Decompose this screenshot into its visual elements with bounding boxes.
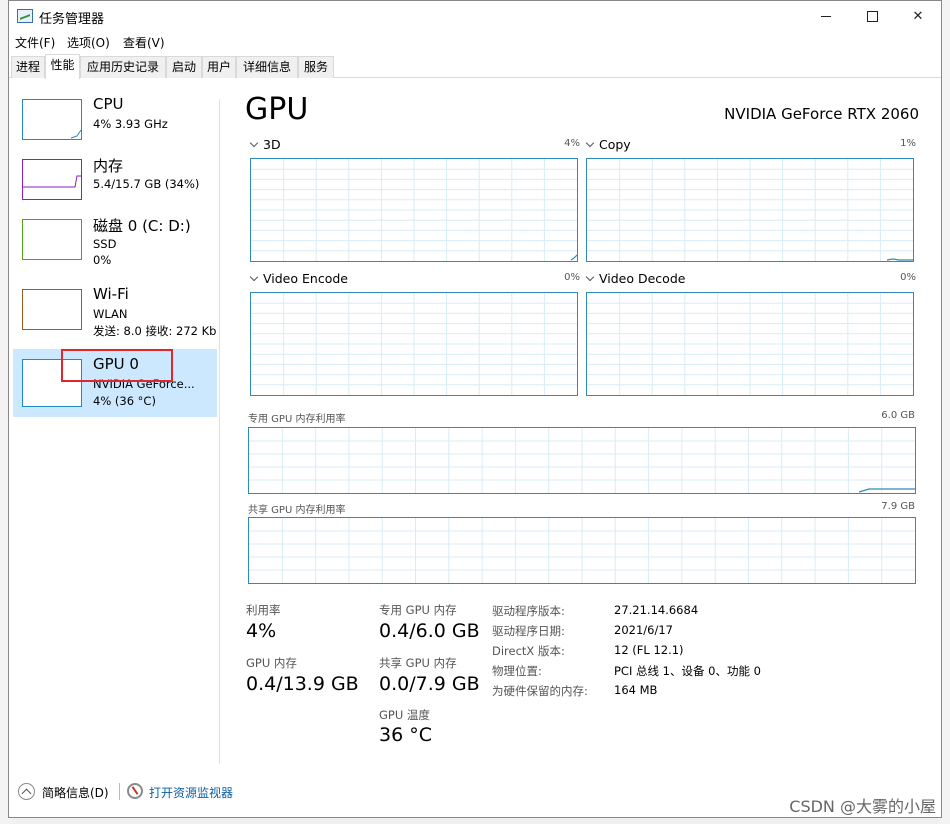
driver-version-value: 27.21.14.6684 [614, 603, 699, 617]
driver-date-key: 驱动程序日期: [492, 624, 565, 638]
gpu-temperature-label: GPU 温度 [379, 708, 430, 722]
sidebar-item-detail: 4% 3.93 GHz [93, 117, 168, 131]
wifi-thumbnail-graph [22, 289, 82, 330]
graph-3d [250, 158, 578, 262]
physical-location-key: 物理位置: [492, 664, 542, 678]
engine-name: 3D [263, 137, 281, 152]
utilization-label: 利用率 [246, 603, 281, 617]
engine-name: Video Encode [263, 271, 348, 286]
sidebar-item-title: Wi-Fi [93, 285, 129, 303]
physical-location-value: PCI 总线 1、设备 0、功能 0 [614, 664, 761, 678]
watermark: CSDN @大雾的小屋 [789, 797, 936, 816]
shared-memory-label: 共享 GPU 内存利用率 [248, 505, 346, 516]
engine-percent: 0% [564, 272, 580, 283]
sidebar-item-detail: SSD [93, 237, 117, 251]
engine-percent: 1% [900, 138, 916, 149]
engine-name: Video Decode [599, 271, 686, 286]
engine-percent: 0% [900, 272, 916, 283]
hardware-reserved-memory-value: 164 MB [614, 683, 658, 697]
minimize-button[interactable] [803, 1, 849, 32]
sidebar-item-detail: 发送: 8.0 接收: 272 Kb [93, 324, 217, 338]
tab-startup[interactable]: 启动 [166, 56, 202, 78]
annotation-highlight-box [61, 349, 173, 382]
cpu-thumbnail-graph [22, 99, 82, 140]
graph-copy [586, 158, 914, 262]
utilization-value: 4% [246, 620, 277, 642]
menu-file[interactable]: 文件(F) [15, 34, 55, 51]
dedicated-memory-stat-value: 0.4/6.0 GB [379, 620, 480, 642]
directx-version-value: 12 (FL 12.1) [614, 643, 684, 657]
graph-shared-memory [248, 517, 916, 584]
tab-processes[interactable]: 进程 [11, 56, 45, 78]
menu-options[interactable]: 选项(O) [67, 34, 110, 51]
sidebar-item-detail: WLAN [93, 307, 128, 321]
gpu-memory-label: GPU 内存 [246, 656, 297, 670]
tab-details[interactable]: 详细信息 [236, 56, 298, 78]
fewer-details-chevron-icon[interactable] [18, 783, 35, 800]
engine-selector-copy[interactable]: Copy [585, 137, 631, 152]
gpu-temperature-value: 36 °C [379, 724, 432, 746]
task-manager-icon [17, 9, 33, 23]
sidebar-item-disk[interactable]: 磁盘 0 (C: D:) SSD 0% [13, 211, 217, 269]
dedicated-memory-label: 专用 GPU 内存利用率 [248, 414, 346, 425]
tab-users[interactable]: 用户 [202, 56, 236, 78]
chevron-down-icon [249, 138, 259, 148]
gpu-memory-value: 0.4/13.9 GB [246, 673, 359, 695]
driver-date-value: 2021/6/17 [614, 623, 673, 637]
engine-selector-video-decode[interactable]: Video Decode [585, 271, 685, 286]
hardware-reserved-memory-key: 为硬件保留的内存: [492, 684, 588, 698]
tab-performance[interactable]: 性能 [45, 54, 80, 79]
resource-monitor-icon [127, 783, 143, 799]
engine-percent: 4% [564, 138, 580, 149]
sidebar-item-detail: 5.4/15.7 GB (34%) [93, 177, 200, 191]
sidebar-item-cpu[interactable]: CPU 4% 3.93 GHz [13, 91, 217, 149]
chevron-down-icon [585, 138, 595, 148]
disk-thumbnail-graph [22, 219, 82, 260]
sidebar-item-detail: 0% [93, 253, 112, 267]
chevron-down-icon [585, 272, 595, 282]
page-title: GPU [245, 92, 309, 127]
driver-version-key: 驱动程序版本: [492, 604, 565, 618]
sidebar-item-memory[interactable]: 内存 5.4/15.7 GB (34%) [13, 151, 217, 209]
gpu-model-name: NVIDIA GeForce RTX 2060 [724, 105, 919, 123]
close-button[interactable]: ✕ [895, 1, 941, 32]
memory-thumbnail-graph [22, 159, 82, 200]
sidebar-item-wifi[interactable]: Wi-Fi WLAN 发送: 8.0 接收: 272 Kb [13, 281, 217, 339]
menu-bar: 文件(F) 选项(O) 查看(V) [9, 32, 941, 52]
sidebar-divider [219, 99, 220, 764]
graph-dedicated-memory [248, 427, 916, 494]
chevron-down-icon [249, 272, 259, 282]
task-manager-window: 任务管理器 ✕ 文件(F) 选项(O) 查看(V) 进程 性能 应用历史记录 启… [8, 0, 942, 818]
tab-services[interactable]: 服务 [298, 56, 334, 78]
dedicated-memory-stat-label: 专用 GPU 内存 [379, 603, 457, 617]
sidebar-item-detail: 4% (36 °C) [93, 394, 156, 408]
dedicated-memory-total: 6.0 GB [881, 410, 915, 421]
maximize-button[interactable] [849, 1, 895, 32]
shared-memory-stat-value: 0.0/7.9 GB [379, 673, 480, 695]
title-bar[interactable]: 任务管理器 ✕ [9, 1, 941, 32]
sidebar-item-title: 内存 [93, 157, 124, 175]
tab-bar: 进程 性能 应用历史记录 启动 用户 详细信息 服务 [9, 54, 941, 79]
directx-version-key: DirectX 版本: [492, 644, 565, 658]
open-resource-monitor-link[interactable]: 打开资源监视器 [149, 784, 233, 801]
graph-video-decode [586, 292, 914, 396]
footer-divider [119, 783, 120, 800]
engine-selector-video-encode[interactable]: Video Encode [249, 271, 348, 286]
graph-video-encode [250, 292, 578, 396]
tab-app-history[interactable]: 应用历史记录 [80, 56, 166, 78]
window-title: 任务管理器 [39, 12, 105, 27]
menu-view[interactable]: 查看(V) [123, 34, 165, 51]
sidebar-item-title: CPU [93, 95, 124, 113]
engine-selector-3d[interactable]: 3D [249, 137, 281, 152]
sidebar-item-title: 磁盘 0 (C: D:) [93, 217, 191, 235]
engine-name: Copy [599, 137, 631, 152]
fewer-details-button[interactable]: 简略信息(D) [42, 784, 109, 801]
shared-memory-stat-label: 共享 GPU 内存 [379, 656, 457, 670]
shared-memory-total: 7.9 GB [881, 501, 915, 512]
